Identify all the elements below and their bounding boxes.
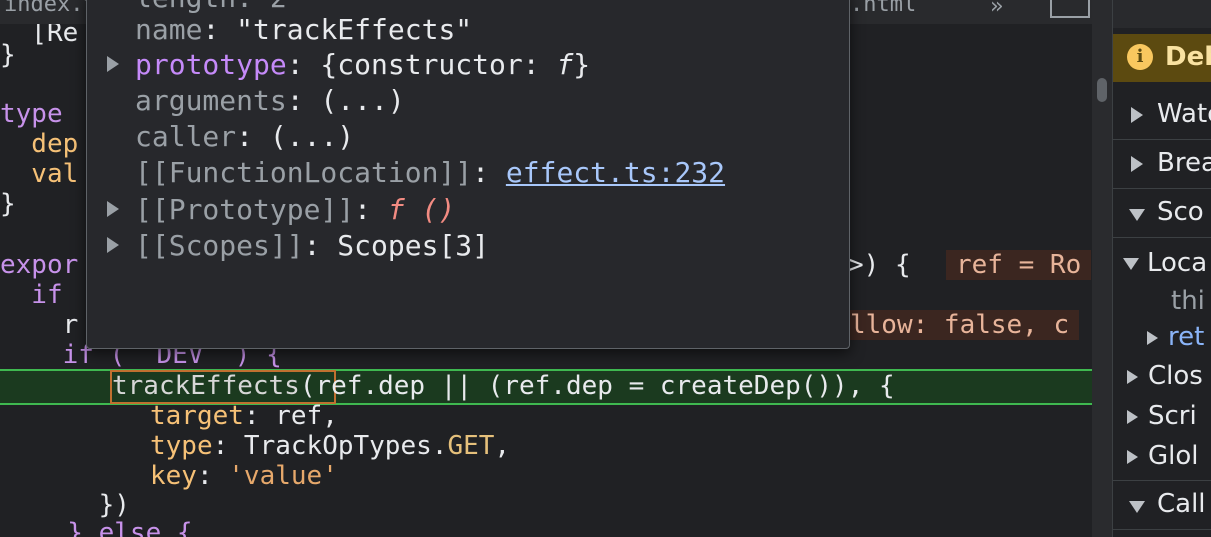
banner-label: Deb xyxy=(1165,42,1211,72)
tab-html[interactable]: .html xyxy=(850,0,916,17)
arguments-row[interactable]: arguments: (...) xyxy=(135,84,405,118)
code-line: } else { xyxy=(36,518,193,537)
expand-watch-icon[interactable] xyxy=(1131,107,1143,123)
execution-line-code[interactable]: trackEffects(ref.dep || (ref.dep = creat… xyxy=(112,371,895,401)
function-location-row: [[FunctionLocation]]: effect.ts:232 xyxy=(135,156,726,189)
breakpoints-section[interactable]: Brea xyxy=(1113,140,1211,189)
closure-scope-item[interactable]: Clos xyxy=(1127,361,1203,391)
scroll-thumb[interactable] xyxy=(1097,78,1107,102)
scope-var-ret[interactable]: ret xyxy=(1147,322,1204,352)
collapse-callstack-icon[interactable] xyxy=(1129,501,1145,513)
code-line: expor xyxy=(0,250,79,280)
more-tabs-button[interactable]: » xyxy=(990,0,1003,19)
code-line: type: TrackOpTypes.GET, xyxy=(150,431,511,461)
expand-script-icon xyxy=(1127,409,1138,424)
debugger-paused-banner: i Deb xyxy=(1113,34,1211,82)
code-line: } xyxy=(0,40,16,70)
scope-section[interactable]: Sco xyxy=(1113,189,1211,238)
code-line: r xyxy=(0,310,79,340)
code-line: dep xyxy=(0,129,79,159)
scopes-row[interactable]: [[Scopes]]: Scopes[3] xyxy=(135,229,489,263)
expand-prototype-icon[interactable] xyxy=(107,56,119,72)
internal-prototype-row[interactable]: [[Prototype]]: f () xyxy=(135,193,455,227)
code-line: }) xyxy=(36,490,130,520)
function-location-link[interactable]: effect.ts:232 xyxy=(506,156,725,189)
scope-var-this[interactable]: thi xyxy=(1171,286,1205,316)
code-line: >) { xyxy=(848,250,911,280)
code-line: key: 'value' xyxy=(150,461,338,491)
editor-scrollbar[interactable] xyxy=(1092,0,1112,537)
prototype-row[interactable]: prototype: {constructor: f} xyxy=(135,48,590,82)
local-scope-item[interactable]: Loca xyxy=(1123,248,1207,278)
collapse-local-icon xyxy=(1123,257,1139,270)
code-line: if xyxy=(0,280,63,310)
collapse-scope-icon[interactable] xyxy=(1129,209,1145,221)
debugger-toolbar xyxy=(1113,0,1211,28)
expand-ret-icon xyxy=(1147,330,1158,345)
expand-scopes-icon[interactable] xyxy=(107,237,119,253)
toggle-panel-icon[interactable] xyxy=(1050,0,1090,18)
value-hover-popover[interactable]: length: 2 name: "trackEffects" prototype… xyxy=(86,0,850,349)
expand-global-icon xyxy=(1127,449,1138,464)
expand-prototype-internal-icon[interactable] xyxy=(107,201,119,217)
expand-closure-icon xyxy=(1127,369,1138,384)
code-line: type xyxy=(0,99,63,129)
call-args: (ref.dep || (ref.dep = createDep()), { xyxy=(299,371,895,401)
code-line: val xyxy=(0,159,79,189)
expand-breakpoints-icon[interactable] xyxy=(1131,156,1143,172)
call-stack-section[interactable]: Call xyxy=(1113,480,1211,530)
global-scope-item[interactable]: Glol xyxy=(1127,441,1199,471)
inline-value-ref: ref = Ro xyxy=(946,250,1092,280)
script-scope-item[interactable]: Scri xyxy=(1127,401,1197,431)
track-effects-call[interactable]: trackEffects xyxy=(112,371,300,401)
code-line: } xyxy=(0,189,16,219)
name-row: name: "trackEffects" xyxy=(135,13,473,46)
inline-value-shallow: llow: false, c xyxy=(840,310,1080,340)
caller-row[interactable]: caller: (...) xyxy=(135,120,354,154)
code-line: target: ref, xyxy=(150,401,338,431)
watch-section[interactable]: Watc xyxy=(1113,91,1211,140)
info-icon: i xyxy=(1127,44,1153,70)
debugger-sidebar: i Deb Watc Brea Sco Loca thi ret Clos Sc… xyxy=(1112,0,1211,537)
